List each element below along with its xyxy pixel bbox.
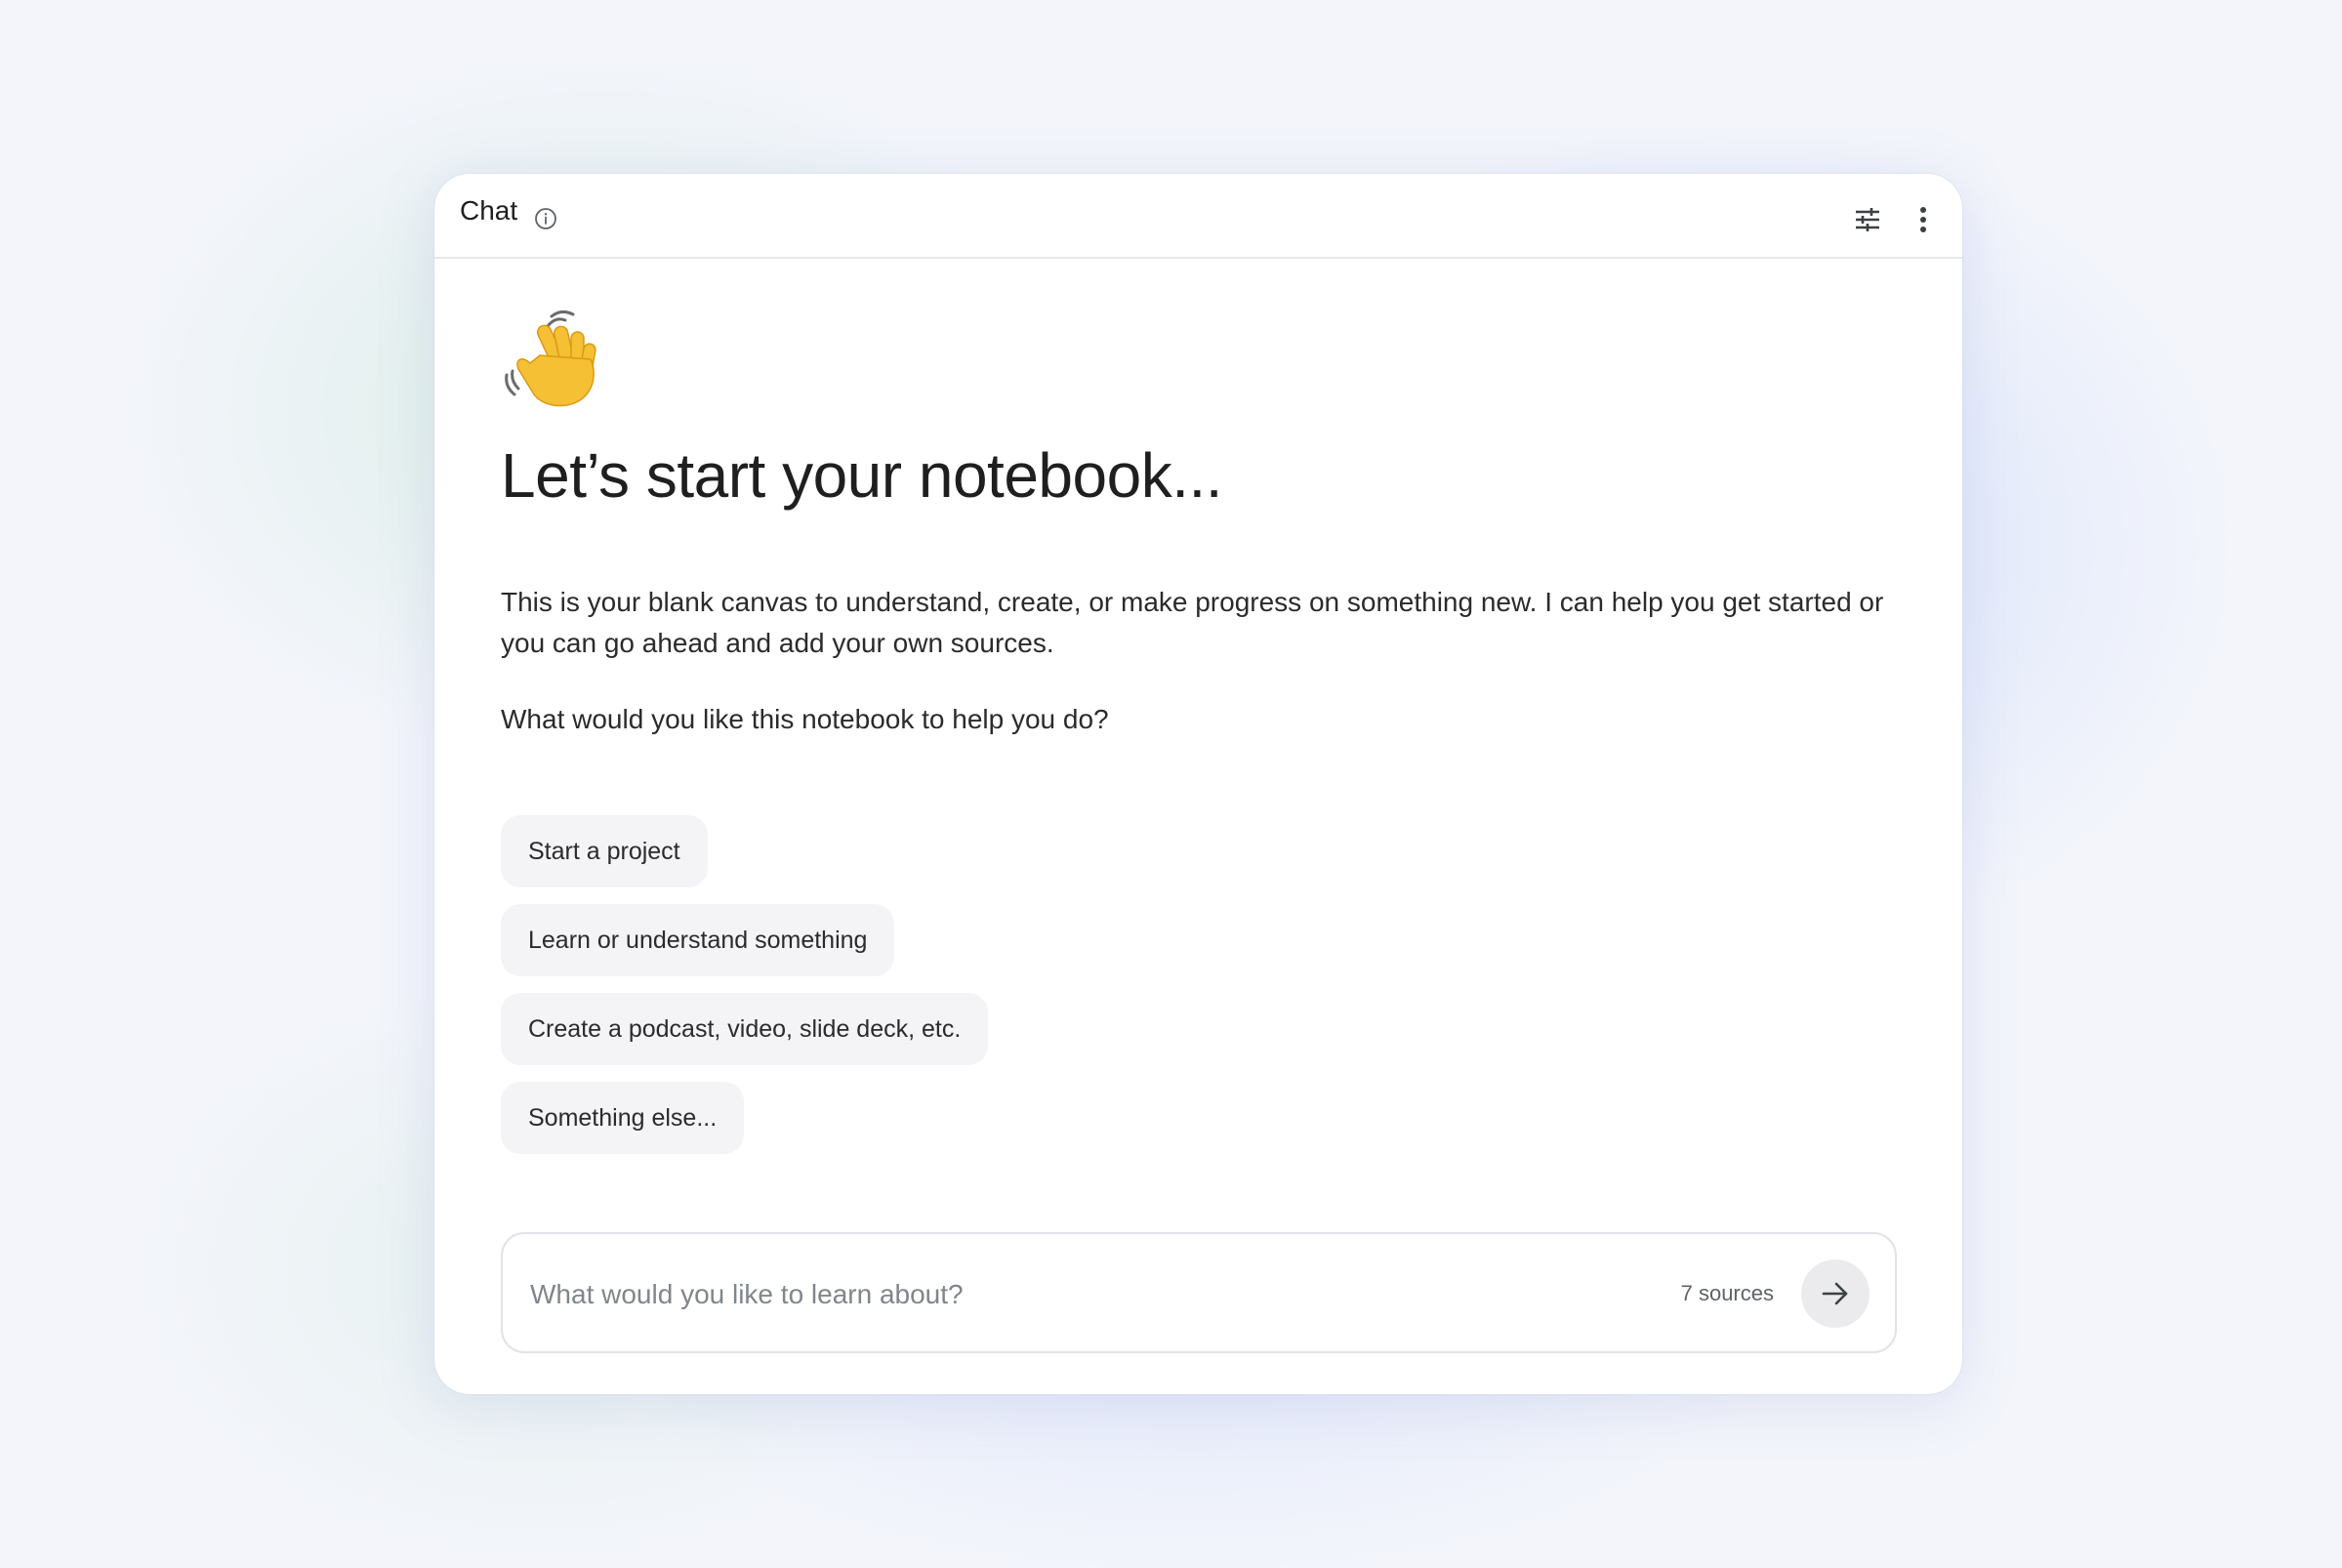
sources-count[interactable]: 7 sources	[1681, 1281, 1774, 1306]
suggestion-chip-create-media[interactable]: Create a podcast, video, slide deck, etc…	[501, 993, 989, 1065]
waving-hand-emoji	[505, 309, 596, 407]
welcome-headline: Let’s start your notebook...	[501, 440, 1223, 511]
suggestion-chip-something-else[interactable]: Something else...	[501, 1082, 745, 1154]
tune-icon[interactable]	[1853, 205, 1882, 234]
suggestion-chip-start-project[interactable]: Start a project	[501, 815, 708, 887]
chat-composer: 7 sources	[501, 1232, 1897, 1353]
welcome-intro-text: This is your blank canvas to understand,…	[501, 587, 1884, 658]
more-vertical-icon[interactable]	[1917, 205, 1929, 234]
arrow-right-icon	[1822, 1282, 1848, 1305]
chat-panel: Chat Let’s start your notebook... This i…	[434, 174, 1962, 1394]
chat-header: Chat	[434, 174, 1962, 259]
chat-input[interactable]	[528, 1261, 1606, 1328]
send-button[interactable]	[1801, 1259, 1869, 1328]
chat-title: Chat	[460, 195, 518, 226]
suggestion-chip-learn[interactable]: Learn or understand something	[501, 904, 895, 976]
welcome-question: What would you like this notebook to hel…	[501, 704, 1109, 734]
info-icon[interactable]	[534, 207, 557, 230]
